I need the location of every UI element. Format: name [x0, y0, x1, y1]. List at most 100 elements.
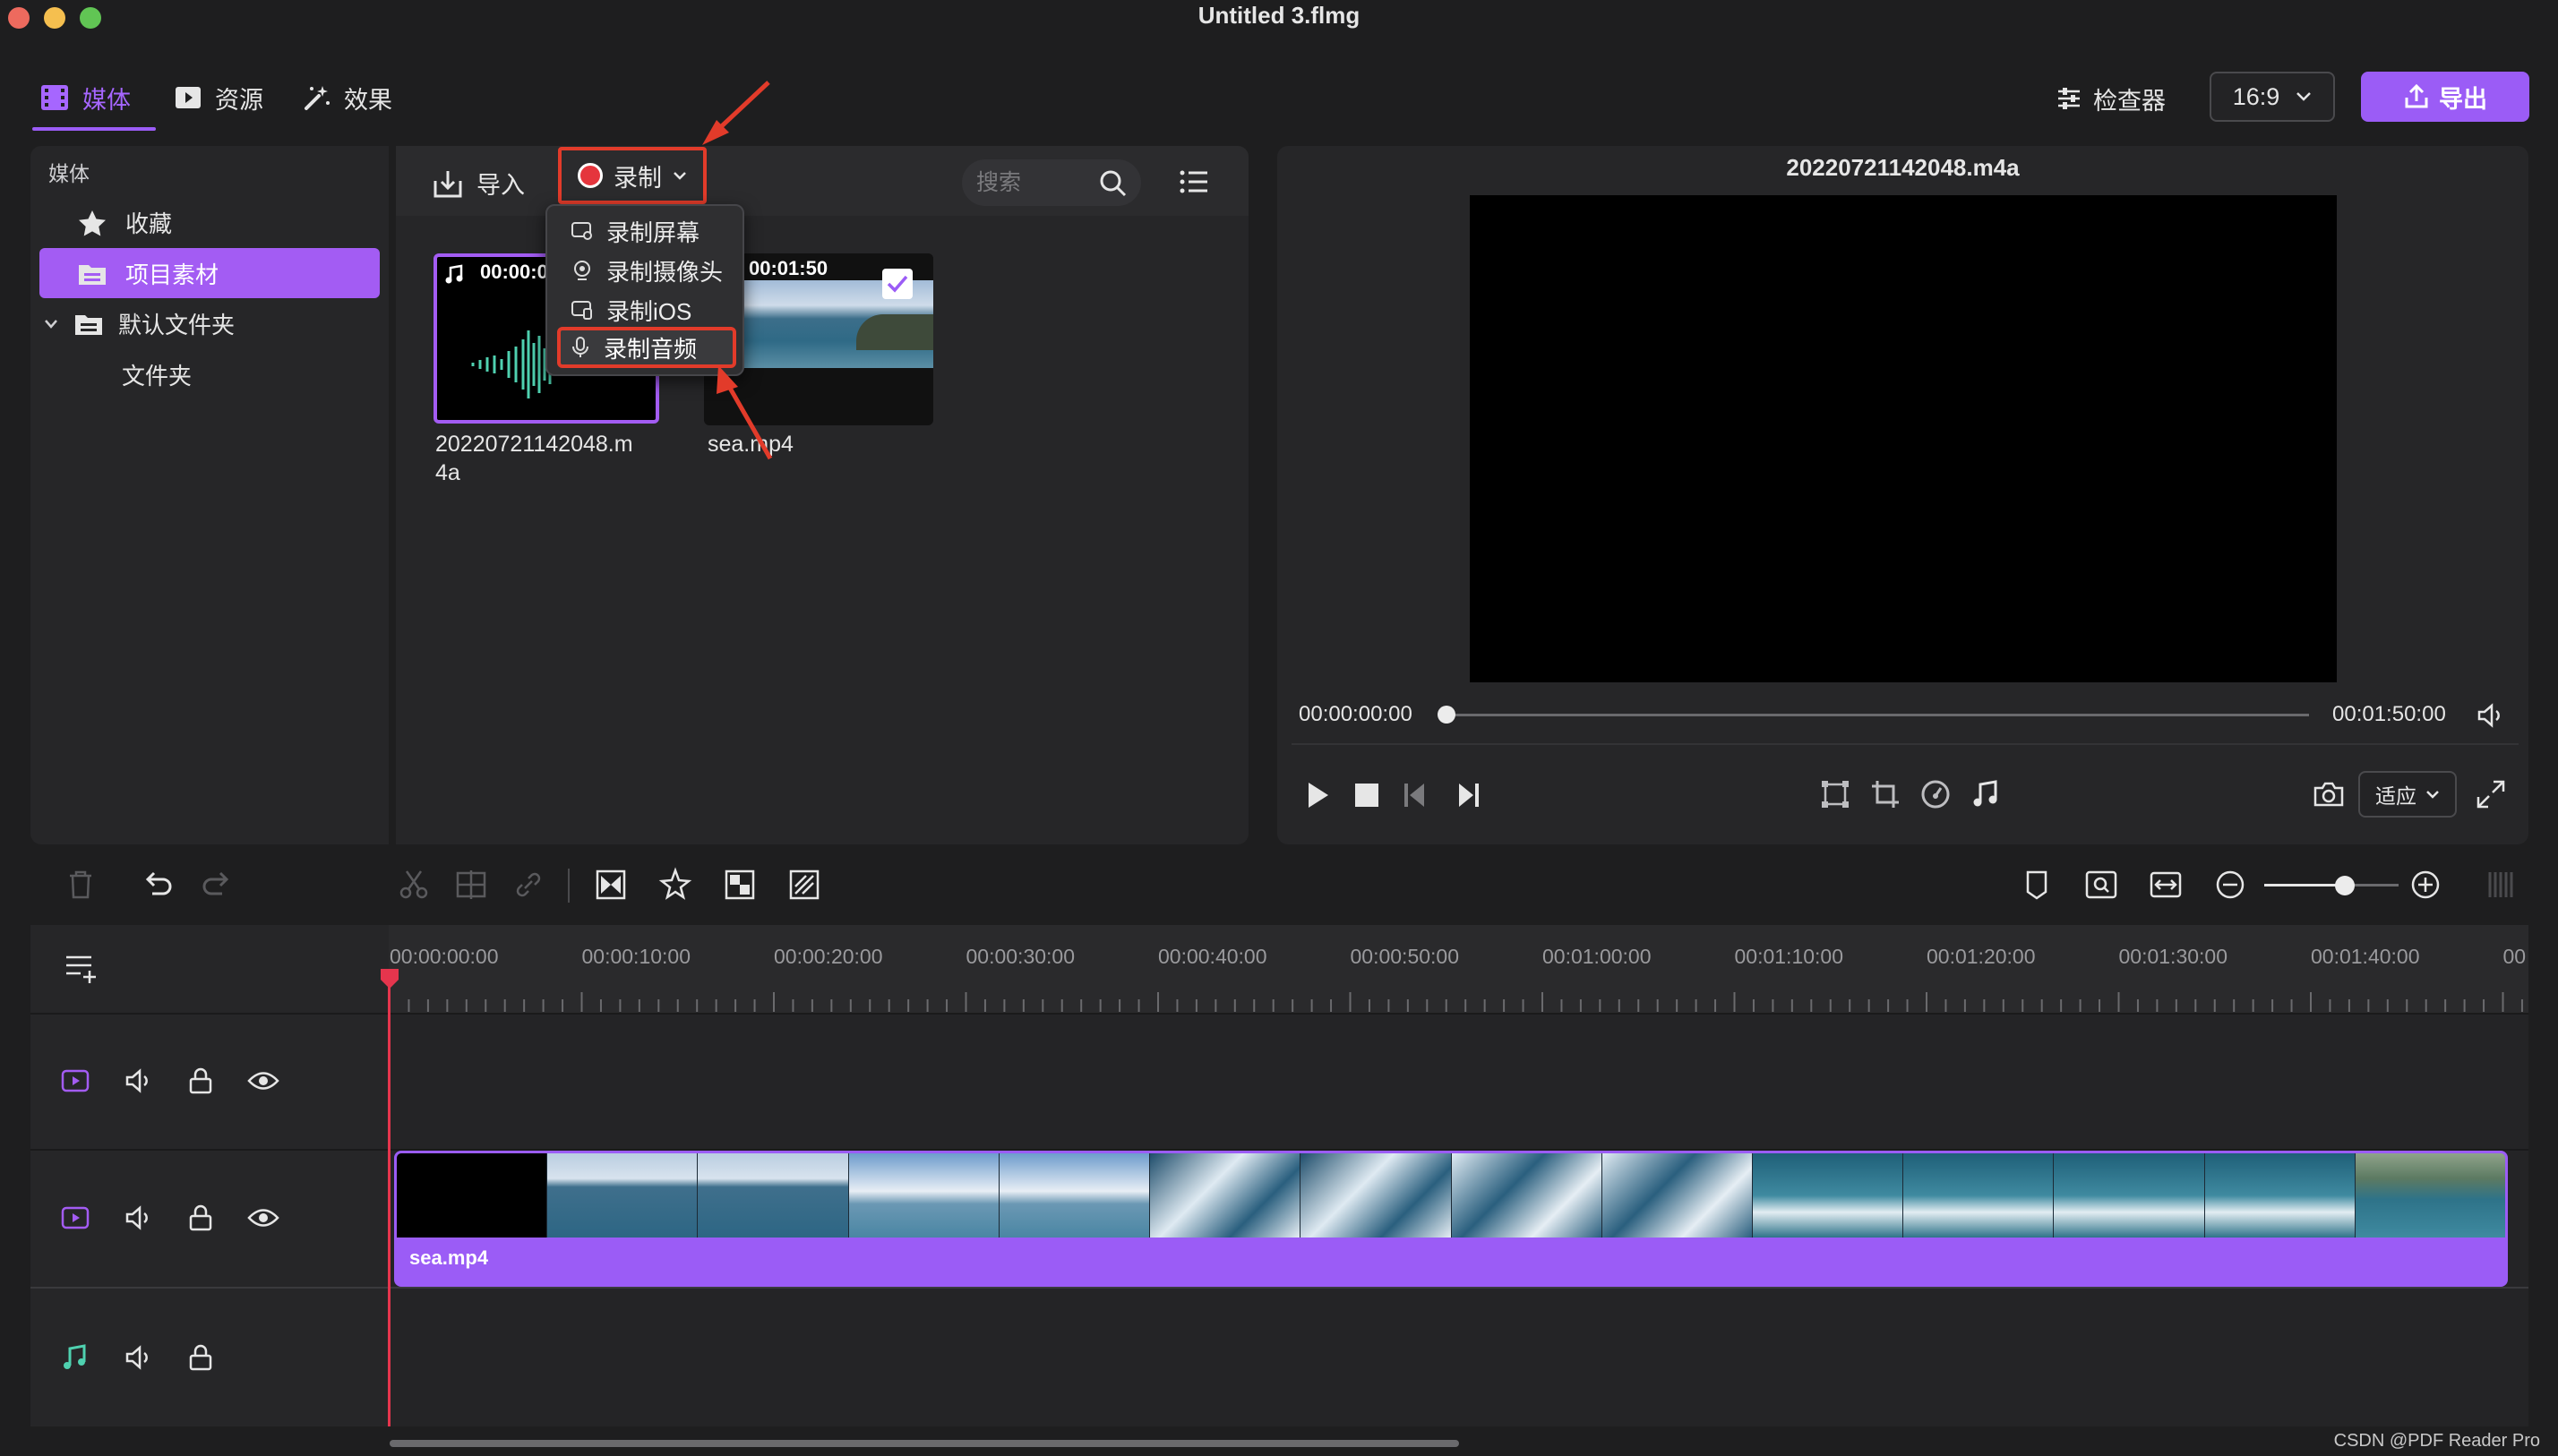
- zoom-to-fit-icon[interactable]: [2083, 867, 2119, 903]
- clip-frame: [2204, 1153, 2356, 1238]
- play-square-icon: [176, 87, 201, 108]
- chevron-down-icon: [2426, 791, 2439, 799]
- sidebar-item-project-assets[interactable]: 项目素材: [39, 248, 380, 298]
- marker-icon[interactable]: [2019, 867, 2055, 903]
- tab-effects-label: 效果: [344, 86, 392, 114]
- menu-item-label: 录制音频: [604, 335, 698, 363]
- tab-resources-label: 资源: [215, 86, 263, 114]
- scrubber-track[interactable]: [1447, 714, 2309, 716]
- tab-effects[interactable]: 效果: [303, 75, 392, 120]
- menu-item-label: 录制iOS: [606, 297, 692, 325]
- next-frame-icon[interactable]: [1454, 781, 1481, 809]
- fit-zoom-select[interactable]: 适应: [2358, 771, 2457, 818]
- list-view-icon[interactable]: [1179, 168, 1209, 195]
- horizontal-scrollbar[interactable]: [390, 1440, 1459, 1447]
- mute-track-icon[interactable]: [124, 1067, 154, 1094]
- import-button[interactable]: 导入: [432, 166, 525, 201]
- clip-frame: [2054, 1153, 2205, 1238]
- sidebar-item-folder[interactable]: 文件夹: [122, 358, 192, 391]
- link-icon[interactable]: [511, 867, 546, 903]
- fit-zoom-value: 适应: [2375, 784, 2416, 808]
- add-track-icon[interactable]: [64, 953, 100, 985]
- columns-icon[interactable]: [2483, 867, 2519, 903]
- tab-resources[interactable]: 资源: [174, 75, 263, 120]
- chevron-down-icon: [2296, 92, 2312, 101]
- play-icon[interactable]: [1304, 781, 1331, 809]
- zoom-slider-handle[interactable]: [2335, 876, 2355, 895]
- window-title: Untitled 3.flmg: [1197, 2, 1361, 29]
- transform-icon[interactable]: [1820, 779, 1850, 809]
- menu-item-record-screen[interactable]: 录制屏幕: [571, 213, 700, 249]
- timeline-clip-video[interactable]: sea.mp4: [394, 1151, 2508, 1287]
- previous-frame-icon[interactable]: [1403, 781, 1429, 809]
- divider: [568, 869, 570, 903]
- mute-track-icon[interactable]: [124, 1204, 154, 1231]
- search-box[interactable]: [962, 159, 1141, 206]
- inspector-button[interactable]: 检查器: [2056, 79, 2166, 118]
- aspect-ratio-select[interactable]: 16:9: [2210, 72, 2335, 122]
- redo-icon[interactable]: [199, 867, 235, 903]
- active-tab-indicator: [32, 127, 156, 131]
- checkbox-checked-icon[interactable]: [881, 268, 914, 300]
- search-input[interactable]: [976, 167, 1093, 199]
- effects-icon[interactable]: [657, 867, 693, 903]
- preview-title: 20220721142048.m4a: [1786, 154, 2020, 181]
- ruler-tick-label: 00:00:50:00: [1350, 945, 1460, 968]
- menu-item-label: 录制屏幕: [606, 218, 700, 246]
- playhead-handle-icon[interactable]: [379, 967, 400, 990]
- record-dot-icon: [578, 163, 603, 188]
- filter-icon[interactable]: [786, 867, 822, 903]
- speed-icon[interactable]: [1920, 779, 1951, 809]
- tab-media[interactable]: 媒体: [39, 75, 131, 120]
- split-icon[interactable]: [453, 867, 489, 903]
- menu-item-record-ios[interactable]: 录制iOS: [571, 292, 691, 328]
- lock-track-icon[interactable]: [188, 1067, 213, 1094]
- total-time: 00:01:50:00: [2332, 702, 2446, 726]
- mute-track-icon[interactable]: [124, 1344, 154, 1371]
- visibility-track-icon[interactable]: [247, 1206, 279, 1229]
- delete-icon[interactable]: [63, 867, 99, 903]
- video-track-icon: [61, 1069, 90, 1092]
- watermark: CSDN @PDF Reader Pro: [2333, 1431, 2540, 1451]
- export-icon: [2405, 83, 2428, 108]
- scrubber-handle[interactable]: [1438, 706, 1455, 724]
- playhead[interactable]: [388, 976, 391, 1426]
- undo-icon[interactable]: [140, 867, 176, 903]
- lock-track-icon[interactable]: [188, 1204, 213, 1231]
- preview-canvas[interactable]: [1470, 195, 2337, 682]
- menu-item-record-webcam[interactable]: 录制摄像头: [571, 253, 723, 288]
- lock-track-icon[interactable]: [188, 1344, 213, 1371]
- audio-icon[interactable]: [1970, 779, 2001, 809]
- sidebar-item-default-folder[interactable]: 默认文件夹: [43, 307, 235, 340]
- sidebar-item-favorites[interactable]: 收藏: [77, 206, 172, 239]
- clip-frame: [2355, 1153, 2505, 1238]
- zoom-out-icon[interactable]: [2212, 867, 2248, 903]
- stop-icon[interactable]: [1354, 783, 1379, 808]
- sidebar-header: 媒体: [48, 162, 90, 185]
- scissors-icon[interactable]: [396, 867, 432, 903]
- sidebar-item-label: 收藏: [125, 210, 173, 237]
- media-item-name-cont: 4a: [435, 460, 460, 485]
- media-item-name: 20220721142048.m: [435, 432, 633, 457]
- search-icon[interactable]: [1098, 168, 1129, 199]
- overlay-icon[interactable]: [722, 867, 758, 903]
- music-note-icon: [445, 264, 463, 284]
- zoom-in-icon[interactable]: [2408, 867, 2443, 903]
- fullscreen-icon[interactable]: [2476, 779, 2506, 809]
- media-duration: 00:01:50: [749, 257, 828, 279]
- film-icon: [41, 85, 68, 110]
- webcam-icon: [574, 261, 590, 280]
- crop-icon[interactable]: [1870, 779, 1901, 809]
- annotation-arrow-icon: [702, 81, 770, 145]
- export-button[interactable]: 导出: [2361, 72, 2529, 122]
- volume-icon[interactable]: [2476, 702, 2506, 729]
- visibility-track-icon[interactable]: [247, 1069, 279, 1092]
- camera-icon[interactable]: [2313, 781, 2345, 808]
- clip-thumbnails: [397, 1153, 2505, 1238]
- fit-timeline-icon[interactable]: [2148, 867, 2184, 903]
- clip-frame: [1150, 1153, 1301, 1238]
- transition-icon[interactable]: [593, 867, 629, 903]
- chevron-down-icon[interactable]: [43, 318, 59, 330]
- record-button[interactable]: 录制: [558, 147, 707, 204]
- ruler-tick-label: 00:01:20:00: [1927, 945, 2036, 968]
